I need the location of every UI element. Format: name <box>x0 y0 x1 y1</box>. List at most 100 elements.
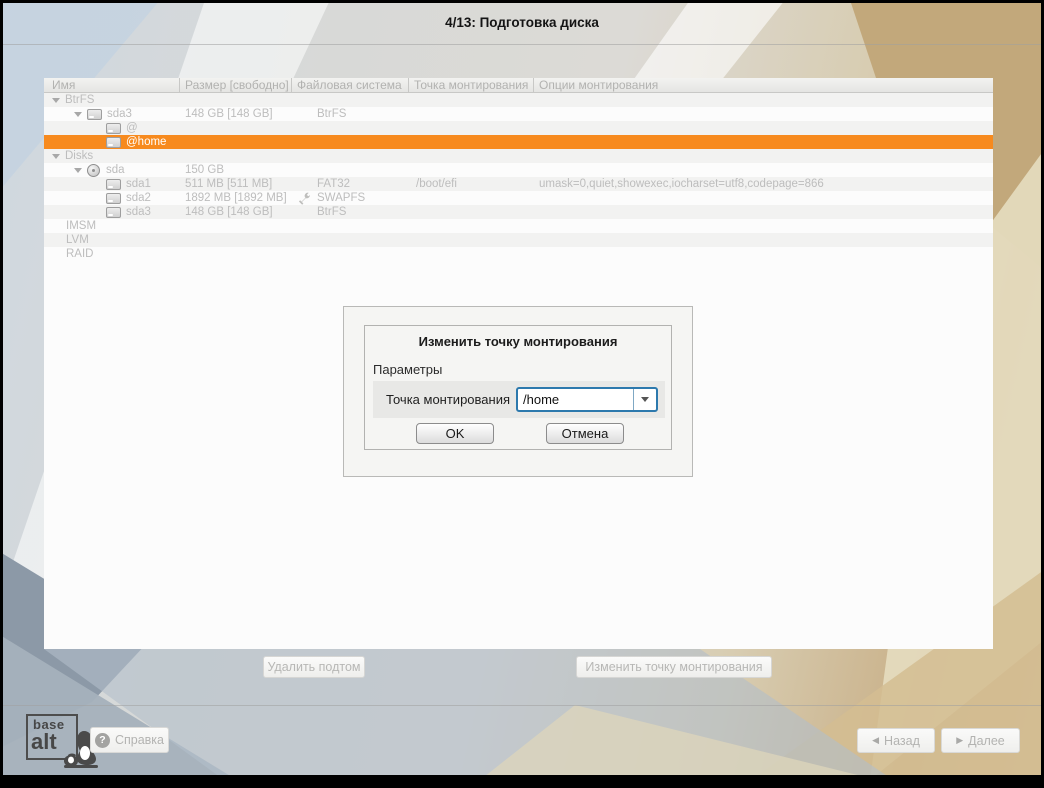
table-row-sda3-disk[interactable]: sda3 148 GB [148 GB] BtrFS <box>44 205 993 219</box>
row-options <box>533 135 993 149</box>
back-arrow-icon: ◀ <box>872 735 880 745</box>
help-icon: ? <box>94 732 110 748</box>
row-label: sda <box>106 164 125 176</box>
table-row-raid[interactable]: RAID <box>44 247 993 261</box>
help-button[interactable]: ? Справка <box>90 727 169 753</box>
row-mount <box>408 219 533 233</box>
dropdown-arrow-icon[interactable] <box>633 389 656 410</box>
next-button-label: Далее <box>968 733 1005 748</box>
row-mount <box>408 233 533 247</box>
row-options <box>533 93 993 107</box>
row-fs <box>291 149 408 163</box>
column-header-mountpoint: Точка монтирования <box>408 78 533 92</box>
column-header-size: Размер [свободно] <box>179 78 291 92</box>
table-row-btrfs[interactable]: BtrFS <box>44 93 993 107</box>
row-options <box>533 205 993 219</box>
change-mountpoint-button[interactable]: Изменить точку монтирования <box>576 656 772 678</box>
row-label: @ <box>126 122 138 134</box>
row-fs: BtrFS <box>317 206 347 218</box>
row-label: BtrFS <box>65 94 95 106</box>
partition-icon <box>106 206 121 218</box>
column-header-options: Опции монтирования <box>533 78 993 92</box>
row-size <box>179 247 291 261</box>
disk-icon <box>87 163 100 177</box>
row-mount: /boot/efi <box>416 178 457 190</box>
row-size: 148 GB [148 GB] <box>185 108 273 120</box>
row-options <box>533 247 993 261</box>
mountpoint-combobox[interactable]: /home <box>516 387 658 412</box>
row-label: sda1 <box>126 178 151 190</box>
help-button-label: Справка <box>114 733 165 747</box>
row-mount <box>408 163 533 177</box>
delete-subvolume-button[interactable]: Удалить подтом <box>263 656 365 678</box>
row-size <box>179 219 291 233</box>
row-size: 511 MB [511 MB] <box>185 178 273 190</box>
row-size <box>179 135 291 149</box>
row-mount <box>408 93 533 107</box>
chevron-down-icon[interactable] <box>50 150 62 162</box>
partition-icon <box>106 122 121 134</box>
row-size: 148 GB [148 GB] <box>185 206 273 218</box>
partition-icon <box>106 136 121 148</box>
row-mount <box>408 107 533 121</box>
table-header: Имя Размер [свободно] Файловая система Т… <box>44 78 993 93</box>
mountpoint-combobox-value[interactable]: /home <box>518 389 633 410</box>
row-fs <box>291 247 408 261</box>
table-row-sda[interactable]: sda 150 GB <box>44 163 993 177</box>
change-mountpoint-dialog: Изменить точку монтирования Параметры То… <box>343 306 693 477</box>
row-label: sda3 <box>107 108 132 120</box>
row-size <box>179 121 291 135</box>
table-row-sda1[interactable]: sda1 511 MB [511 MB] FAT32 /boot/efi uma… <box>44 177 993 191</box>
row-options <box>533 149 993 163</box>
row-label: sda3 <box>126 206 151 218</box>
table-row-subvol-home-selected[interactable]: @home <box>44 135 993 149</box>
next-button[interactable]: ▶ Далее <box>941 728 1020 753</box>
row-fs <box>291 163 408 177</box>
row-fs <box>291 93 408 107</box>
dialog-title: Изменить точку монтирования <box>418 334 618 349</box>
mountpoint-field-label: Точка монтирования <box>386 392 510 407</box>
chevron-down-icon[interactable] <box>72 164 84 176</box>
mountpoint-field-row: Точка монтирования /home <box>373 381 665 418</box>
back-button[interactable]: ◀ Назад <box>857 728 935 753</box>
row-mount <box>408 149 533 163</box>
row-mount <box>408 205 533 219</box>
cancel-button[interactable]: Отмена <box>546 423 624 444</box>
row-options <box>533 107 993 121</box>
row-options <box>533 121 993 135</box>
row-options: umask=0,quiet,showexec,iocharset=utf8,co… <box>539 178 824 190</box>
table-row-lvm[interactable]: LVM <box>44 233 993 247</box>
dialog-section-label: Параметры <box>373 362 443 377</box>
row-options <box>533 233 993 247</box>
table-row-sda3-btrfs[interactable]: sda3 148 GB [148 GB] BtrFS <box>44 107 993 121</box>
row-size <box>179 93 291 107</box>
row-label: LVM <box>66 234 89 246</box>
row-label: sda2 <box>126 192 151 204</box>
back-button-label: Назад <box>884 733 920 748</box>
row-mount <box>408 121 533 135</box>
table-row-disks[interactable]: Disks <box>44 149 993 163</box>
row-fs: BtrFS <box>317 108 347 120</box>
row-options <box>533 219 993 233</box>
chevron-down-icon[interactable] <box>72 108 84 120</box>
row-fs <box>291 121 408 135</box>
row-options <box>533 191 993 205</box>
partition-icon <box>87 108 102 120</box>
row-size <box>179 149 291 163</box>
dialog-frame: Изменить точку монтирования Параметры То… <box>364 325 672 450</box>
row-fs <box>291 219 408 233</box>
table-row-sda2[interactable]: sda2 1892 MB [1892 MB] SWAPFS <box>44 191 993 205</box>
chevron-down-icon[interactable] <box>50 94 62 106</box>
forward-arrow-icon: ▶ <box>956 735 964 745</box>
table-row-subvol-root[interactable]: @ <box>44 121 993 135</box>
row-label: IMSM <box>66 220 97 232</box>
column-header-filesystem: Файловая система <box>291 78 408 92</box>
row-label: Disks <box>65 150 94 162</box>
partition-icon <box>106 192 121 204</box>
row-size: 150 GB <box>185 164 224 176</box>
table-row-imsm[interactable]: IMSM <box>44 219 993 233</box>
ok-button[interactable]: OK <box>416 423 494 444</box>
row-mount <box>408 191 533 205</box>
row-label: RAID <box>66 248 94 260</box>
row-options <box>533 163 993 177</box>
